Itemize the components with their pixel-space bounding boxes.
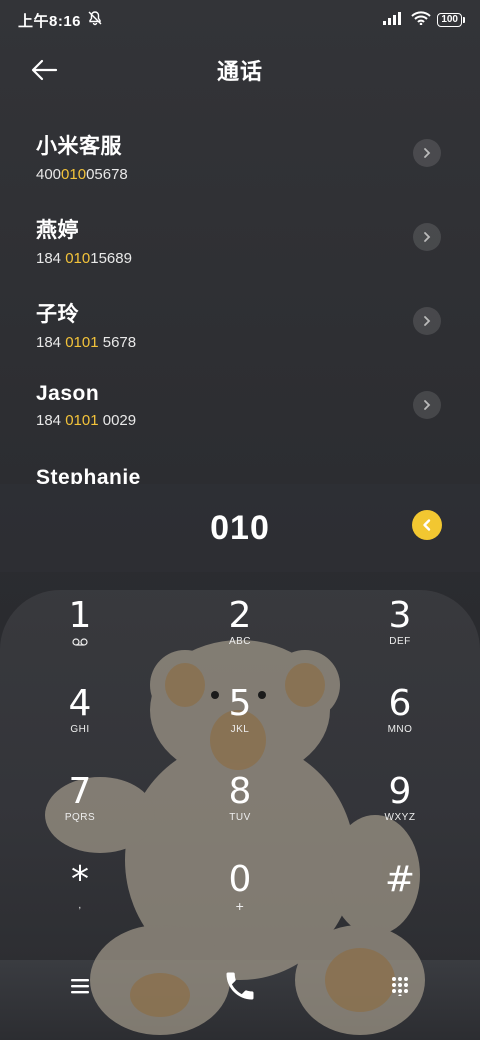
key-6[interactable]: 6 MNO	[320, 678, 480, 766]
key-1[interactable]: 1	[0, 590, 160, 678]
key-star[interactable]: * ,	[0, 854, 160, 942]
dialed-number: 010	[210, 508, 270, 547]
contact-number: 184 0101 5678	[36, 334, 137, 351]
contact-detail-button[interactable]	[413, 223, 441, 251]
contact-number: 184 0101 0029	[36, 412, 137, 429]
contact-number: 184 01015689	[36, 250, 132, 267]
wifi-icon	[411, 11, 432, 29]
dial-display: 010	[0, 484, 480, 572]
key-0[interactable]: 0 +	[160, 854, 320, 942]
list-item[interactable]: 燕婷 184 01015689	[0, 196, 480, 280]
list-item[interactable]: 子玲 184 0101 5678	[0, 280, 480, 364]
contact-name: Jason	[36, 382, 100, 405]
key-hash[interactable]: #	[320, 854, 480, 942]
key-3[interactable]: 3 DEF	[320, 590, 480, 678]
list-item[interactable]: Jason 184 0101 0029	[0, 364, 480, 448]
key-9[interactable]: 9 WXYZ	[320, 766, 480, 854]
back-button[interactable]	[28, 56, 60, 84]
header: 通话	[0, 48, 480, 92]
status-time: 上午8:16	[18, 12, 82, 30]
battery-icon: 100	[437, 13, 465, 27]
contact-list[interactable]: 小米客服 40001005678 燕婷 184 01015689 子玲 184 …	[0, 112, 480, 484]
arrow-left-icon	[31, 59, 58, 81]
key-7[interactable]: 7 PQRS	[0, 766, 160, 854]
bottom-bar	[0, 960, 480, 1012]
key-4[interactable]: 4 GHI	[0, 678, 160, 766]
chevron-right-icon	[424, 232, 431, 242]
status-bar: 上午8:16 100	[0, 0, 480, 40]
key-2[interactable]: 2 ABC	[160, 590, 320, 678]
menu-button[interactable]	[0, 978, 160, 994]
list-item[interactable]: Stephanie	[0, 448, 480, 484]
contact-number: 40001005678	[36, 166, 128, 183]
contact-name: 子玲	[36, 303, 79, 326]
call-icon	[226, 972, 254, 1000]
chevron-right-icon	[424, 148, 431, 158]
contact-name: Stephanie	[36, 466, 141, 484]
contact-name: 燕婷	[36, 219, 79, 242]
contact-detail-button[interactable]	[413, 139, 441, 167]
voicemail-icon	[72, 638, 88, 646]
call-button[interactable]	[160, 968, 320, 1004]
keypad: 1 2 ABC 3 DEF 4 GHI 5 JKL 6 MNO 7 PQRS 8…	[0, 590, 480, 942]
menu-icon	[71, 979, 89, 994]
signal-icon	[383, 11, 405, 29]
delete-button[interactable]	[412, 510, 442, 540]
key-5[interactable]: 5 JKL	[160, 678, 320, 766]
keypad-icon	[392, 977, 408, 996]
key-8[interactable]: 8 TUV	[160, 766, 320, 854]
keypad-toggle-button[interactable]	[320, 976, 480, 996]
chevron-right-icon	[424, 400, 431, 410]
contact-detail-button[interactable]	[413, 307, 441, 335]
backspace-icon	[423, 519, 431, 531]
page-title: 通话	[216, 59, 263, 84]
contact-detail-button[interactable]	[413, 391, 441, 419]
chevron-right-icon	[424, 316, 431, 326]
mute-icon	[87, 10, 103, 30]
contact-name: 小米客服	[36, 135, 122, 158]
list-item[interactable]: 小米客服 40001005678	[0, 112, 480, 196]
